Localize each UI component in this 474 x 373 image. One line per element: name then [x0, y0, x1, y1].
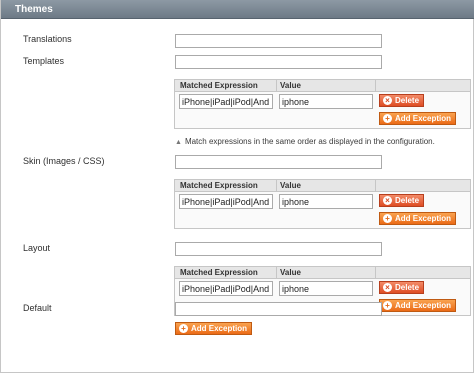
default-label: Default [23, 303, 52, 313]
section-title: Themes [15, 4, 53, 15]
plus-circle-icon: + [383, 114, 392, 123]
translations-label: Translations [23, 34, 72, 44]
triangle-up-icon: ▲ [175, 139, 182, 146]
value-input[interactable] [279, 281, 373, 296]
plus-circle-icon: + [179, 324, 188, 333]
col-value: Value [280, 81, 301, 90]
x-circle-icon: × [383, 283, 392, 292]
layout-label: Layout [23, 243, 51, 253]
skin-label: Skin (Images / CSS) [23, 156, 105, 166]
add-exception-button[interactable]: + Add Exception [379, 299, 457, 312]
themes-panel: Themes Translations Templates Matched Ex… [0, 0, 474, 373]
translations-input[interactable] [175, 34, 382, 48]
delete-button[interactable]: × Delete [379, 194, 425, 207]
col-matched-expression: Matched Expression [180, 268, 258, 277]
x-circle-icon: × [383, 96, 392, 105]
expression-input[interactable] [179, 281, 273, 296]
match-order-note: ▲ Match expressions in the same order as … [175, 137, 435, 146]
grid-header: Matched Expression Value [175, 80, 470, 92]
default-add-exception-button[interactable]: + Add Exception [175, 322, 253, 335]
col-matched-expression: Matched Expression [180, 181, 258, 190]
col-value: Value [280, 181, 301, 190]
x-circle-icon: × [383, 196, 392, 205]
plus-circle-icon: + [383, 301, 392, 310]
add-exception-button[interactable]: + Add Exception [379, 212, 457, 225]
expression-input[interactable] [179, 194, 273, 209]
expression-input[interactable] [179, 94, 273, 109]
templates-exceptions-grid: Matched Expression Value ×Delete +Add Ex… [174, 79, 471, 129]
templates-input[interactable] [175, 55, 382, 69]
delete-button[interactable]: × Delete [379, 281, 425, 294]
grid-header: Matched Expression Value [175, 267, 470, 279]
section-header[interactable]: Themes [1, 0, 474, 19]
col-matched-expression: Matched Expression [180, 81, 258, 90]
value-input[interactable] [279, 94, 373, 109]
plus-circle-icon: + [383, 214, 392, 223]
templates-label: Templates [23, 56, 65, 66]
delete-button[interactable]: × Delete [379, 94, 425, 107]
add-exception-button[interactable]: + Add Exception [379, 112, 457, 125]
skin-input[interactable] [175, 155, 382, 169]
layout-input[interactable] [175, 242, 382, 256]
value-input[interactable] [279, 194, 373, 209]
default-input[interactable] [175, 302, 382, 316]
grid-header: Matched Expression Value [175, 180, 470, 192]
col-value: Value [280, 268, 301, 277]
skin-exceptions-grid: Matched Expression Value ×Delete +Add Ex… [174, 179, 471, 229]
